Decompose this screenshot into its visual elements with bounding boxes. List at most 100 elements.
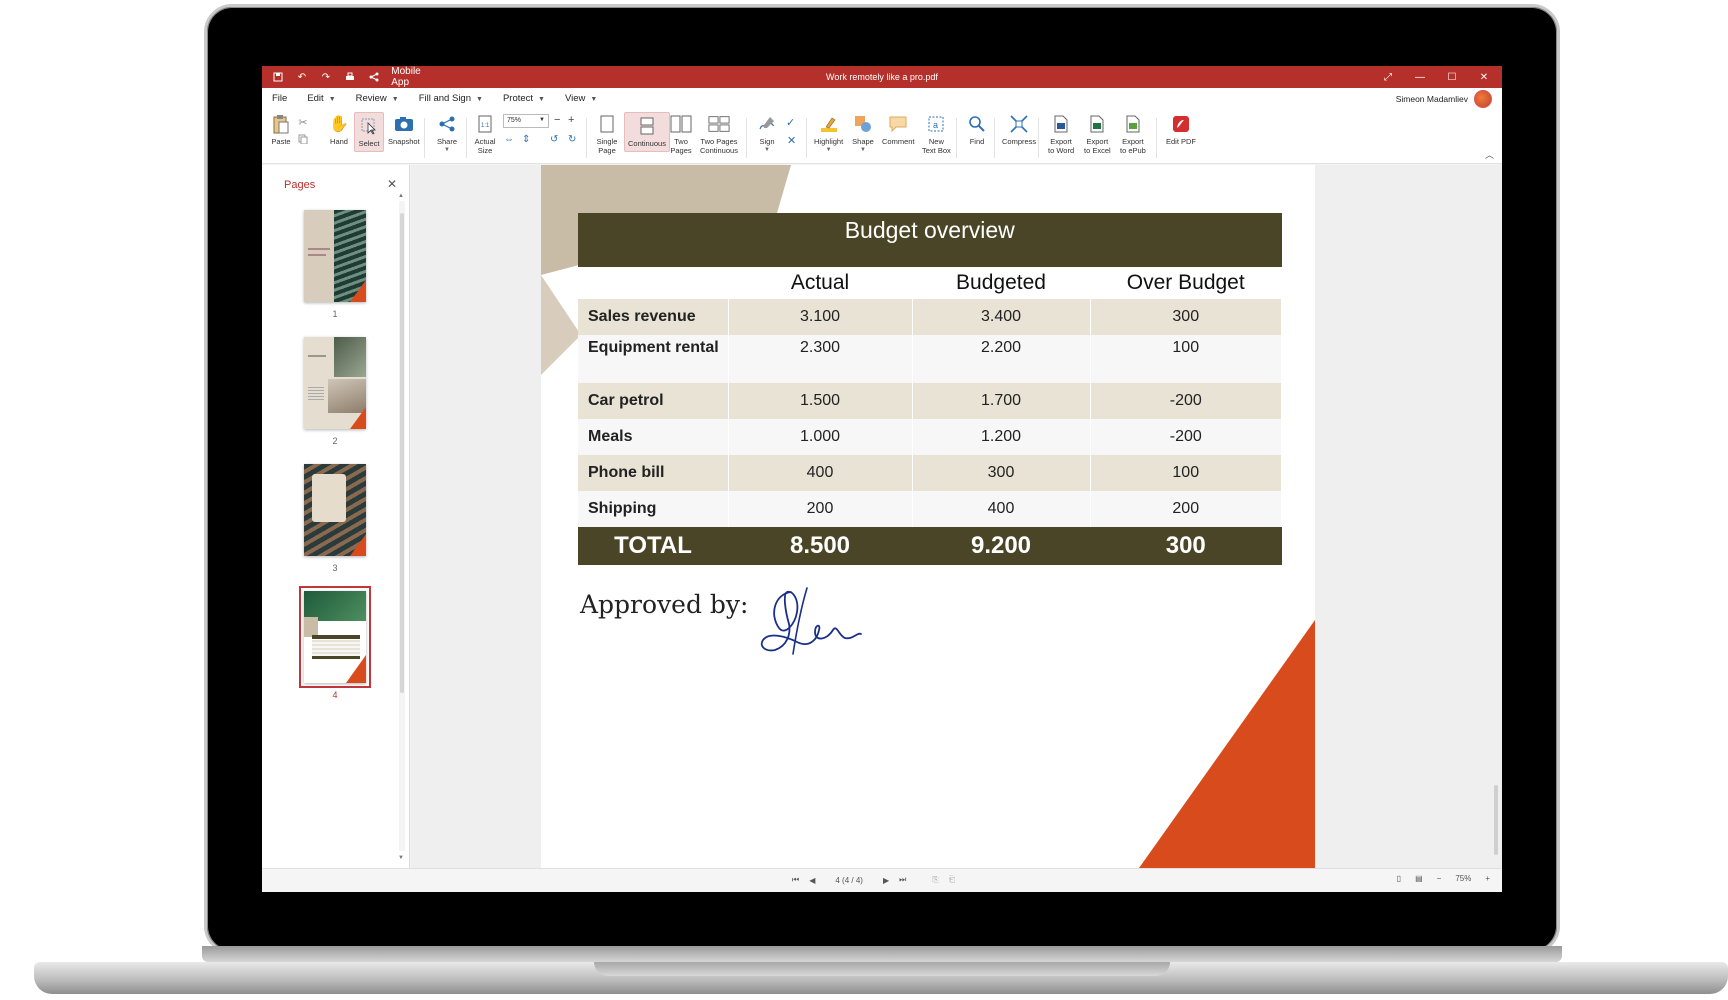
select-button[interactable]: Select (354, 112, 384, 152)
fit-width-icon[interactable]: ⇔ (504, 134, 514, 145)
zoom-select[interactable]: 75% ▼ (503, 114, 549, 128)
two-pages-continuous-button[interactable]: Two Pages Continuous (700, 113, 738, 155)
ribbon-divider (586, 118, 587, 158)
close-icon[interactable]: ✕ (1472, 69, 1496, 85)
user-account[interactable]: Simeon Madamliev (1396, 90, 1492, 108)
last-page-icon[interactable]: ⏭ (899, 875, 906, 885)
edit-pdf-icon (1170, 113, 1192, 135)
page-thumbnail-4[interactable]: 4 (299, 586, 371, 700)
share-button[interactable]: Share ▼ (436, 113, 458, 155)
cursor-select-icon (358, 115, 380, 137)
page-thumbnail-image (304, 337, 366, 429)
menu-edit[interactable]: Edit ▼ (307, 93, 335, 104)
sign-button[interactable]: Sign ▼ (756, 113, 778, 155)
page-thumbnail-number: 3 (332, 563, 338, 573)
two-pages-icon (670, 113, 692, 135)
cell-actual: 1.000 (728, 419, 913, 455)
scrollbar-thumb[interactable] (400, 213, 404, 693)
cell-over-budget: 300 (1090, 299, 1282, 335)
zoom-out-icon[interactable]: − (554, 114, 560, 126)
shape-button[interactable]: Shape ▼ (852, 113, 874, 155)
cell-actual: 3.100 (728, 299, 913, 335)
column-header-over-budget: Over Budget (1090, 267, 1282, 299)
excel-file-icon (1086, 113, 1108, 135)
scroll-down-icon[interactable]: ▼ (398, 855, 404, 861)
previous-page-icon[interactable]: ◀ (809, 876, 815, 885)
find-button[interactable]: Find (966, 113, 988, 146)
avatar[interactable] (1474, 90, 1492, 108)
menu-review[interactable]: Review ▼ (356, 93, 399, 104)
zoom-out-icon[interactable]: − (1437, 874, 1442, 883)
cell-actual: 1.500 (728, 383, 913, 419)
actual-size-button[interactable]: 1:1 Actual Size (474, 113, 496, 155)
edit-pdf-button[interactable]: Edit PDF (1166, 113, 1196, 146)
page-thumbnail-2[interactable]: 2 (304, 337, 366, 446)
maximize-icon[interactable]: ☐ (1440, 69, 1464, 85)
menu-view[interactable]: View ▼ (565, 93, 597, 104)
rotate-right-icon[interactable]: ↻ (568, 134, 576, 145)
hand-icon: ✋ (329, 115, 349, 133)
page-back-icon[interactable]: ⎘ (932, 875, 938, 885)
continuous-button[interactable]: Continuous (624, 112, 670, 152)
highlight-button[interactable]: Highlight ▼ (814, 113, 843, 155)
window-controls: ⤢ — ☐ ✕ (1376, 69, 1496, 85)
next-page-icon[interactable]: ▶ (883, 876, 889, 885)
scrollbar-thumb[interactable] (1494, 785, 1498, 855)
page-thumbnail-number: 1 (332, 309, 338, 319)
cut-button[interactable]: ✂ (296, 116, 310, 148)
scroll-up-icon[interactable]: ▲ (398, 193, 404, 199)
checkmark-icon[interactable]: ✓ (786, 116, 795, 129)
cell-over-budget: 100 (1090, 335, 1282, 383)
single-page-button[interactable]: Single Page (596, 113, 618, 155)
zoom-level[interactable]: 75% (1455, 874, 1471, 883)
menu-fill-and-sign[interactable]: Fill and Sign ▼ (419, 93, 483, 104)
ribbon-divider (994, 118, 995, 158)
minimize-icon[interactable]: — (1408, 69, 1432, 85)
budget-table: Budget overview Actual Budgeted Over Bud… (578, 213, 1282, 565)
zoom-in-icon[interactable]: + (568, 114, 574, 126)
page-thumbnail-image (304, 464, 366, 556)
ribbon-toolbar: Paste ✂ ✋ Hand Select Snapshot Share ▼ 1… (262, 110, 1502, 164)
fit-page-icon[interactable]: ⇕ (522, 134, 530, 145)
table-header-row: Actual Budgeted Over Budget (578, 267, 1282, 299)
pages-panel-scrollbar[interactable]: ▲ ▼ (398, 193, 405, 861)
column-header (578, 267, 728, 299)
first-page-icon[interactable]: ⏮ (792, 875, 799, 885)
hand-button[interactable]: ✋ Hand (328, 113, 350, 146)
two-pages-button[interactable]: Two Pages (670, 113, 692, 155)
new-text-box-button[interactable]: a New Text Box (922, 113, 951, 155)
rotate-left-icon[interactable]: ↺ (550, 134, 558, 145)
total-over-budget: 300 (1090, 527, 1282, 565)
collapse-ribbon-icon[interactable]: ︿ (1485, 148, 1494, 161)
total-actual: 8.500 (728, 527, 912, 565)
document-scrollbar[interactable] (1492, 165, 1500, 868)
export-to-word-button[interactable]: Export to Word (1048, 113, 1074, 155)
chevron-down-icon: ▼ (328, 96, 336, 103)
close-panel-icon[interactable]: ✕ (387, 177, 397, 191)
comment-button[interactable]: Comment (882, 113, 915, 146)
single-page-view-icon[interactable]: ▯ (1397, 874, 1401, 883)
cell-over-budget: 100 (1090, 455, 1282, 491)
compress-button[interactable]: Compress (1002, 113, 1036, 146)
paste-button[interactable]: Paste (270, 113, 292, 146)
cross-mark-icon[interactable]: ✕ (787, 134, 796, 147)
snapshot-button[interactable]: Snapshot (388, 113, 420, 146)
zoom-in-icon[interactable]: + (1485, 874, 1490, 883)
continuous-pages-icon (636, 115, 658, 137)
svg-text:1:1: 1:1 (481, 123, 490, 129)
cell-actual: 2.300 (728, 335, 913, 383)
export-to-epub-button[interactable]: Export to ePub (1120, 113, 1146, 155)
page-thumbnail-1[interactable]: 1 (304, 210, 366, 319)
laptop-notch (594, 962, 1170, 976)
menu-protect[interactable]: Protect ▼ (503, 93, 545, 104)
document-viewport[interactable]: Budget overview Actual Budgeted Over Bud… (411, 165, 1502, 868)
page-thumbnail-3[interactable]: 3 (304, 464, 366, 573)
menu-file[interactable]: File (272, 93, 287, 104)
page-forward-icon[interactable]: ⎗ (949, 875, 955, 885)
continuous-view-icon[interactable]: ▤ (1415, 874, 1423, 883)
ribbon-divider (1038, 118, 1039, 158)
fullscreen-icon[interactable]: ⤢ (1376, 69, 1400, 85)
chevron-down-icon: ▼ (764, 147, 770, 153)
ribbon-divider (424, 118, 425, 158)
export-to-excel-button[interactable]: Export to Excel (1084, 113, 1111, 155)
